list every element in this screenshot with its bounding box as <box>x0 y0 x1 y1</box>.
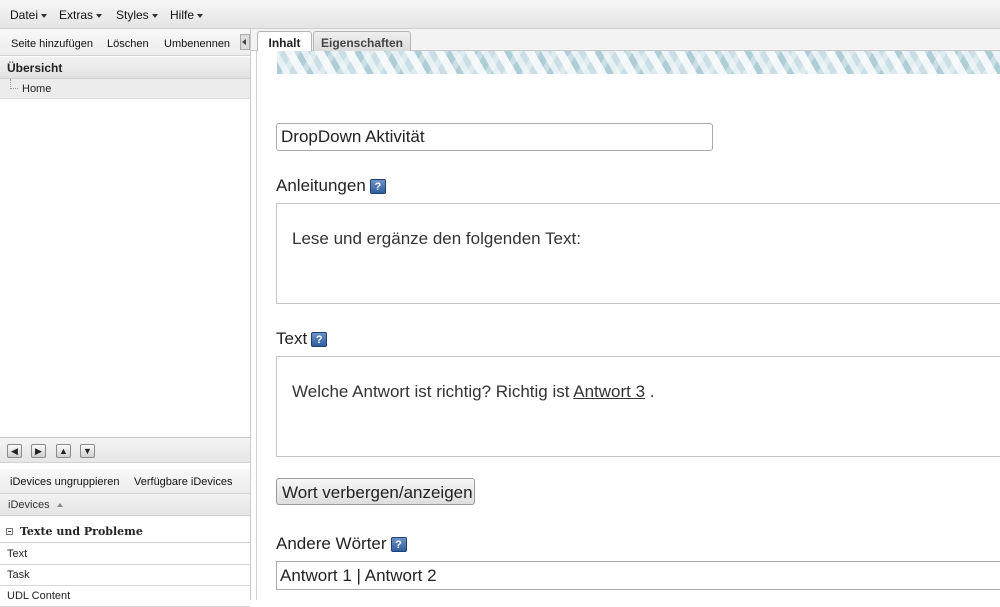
left-panel: Seite hinzufügen Löschen Umbenennen Über… <box>0 29 251 607</box>
available-idevices-button[interactable]: Verfügbare iDevices <box>134 476 232 488</box>
ungroup-idevices-button[interactable]: iDevices ungruppieren <box>10 476 119 488</box>
toggle-word-button[interactable]: Wort verbergen/anzeigen <box>276 478 475 505</box>
sort-up-icon <box>56 503 63 508</box>
tree-node-home[interactable]: Home <box>0 79 250 99</box>
text-label: Text? <box>276 329 328 349</box>
tab-eigenschaften[interactable]: Eigenschaften <box>313 31 411 51</box>
move-left-button[interactable]: ◀ <box>7 444 22 458</box>
menu-label: Hilfe <box>170 8 195 22</box>
move-up-button[interactable]: ▲ <box>56 444 71 458</box>
move-right-button[interactable]: ▶ <box>31 444 46 458</box>
idevices-heading[interactable]: iDevices <box>0 494 250 516</box>
arrow-left-icon: ◀ <box>11 446 18 456</box>
rename-page-button[interactable]: Umbenennen <box>164 38 230 50</box>
caret-down-icon <box>151 13 158 18</box>
tree-connector-icon <box>10 79 18 89</box>
instructions-label-text: Anleitungen <box>276 176 366 195</box>
text-content-after: . <box>645 382 655 401</box>
menu-hilfe[interactable]: Hilfe <box>170 8 204 22</box>
help-icon[interactable]: ? <box>311 332 328 348</box>
help-icon[interactable]: ? <box>369 179 386 195</box>
main-content: Anleitungen? Lese und ergänze den folgen… <box>256 51 1000 600</box>
hidden-word[interactable]: Antwort 3 <box>573 382 645 401</box>
other-words-label: Andere Wörter? <box>276 534 407 554</box>
delete-page-button[interactable]: Löschen <box>107 38 149 50</box>
caret-down-icon <box>96 13 103 18</box>
menu-label: Styles <box>116 8 149 22</box>
outline-toolbar: Seite hinzufügen Löschen Umbenennen <box>0 29 250 56</box>
tab-inhalt[interactable]: Inhalt <box>257 31 312 51</box>
arrow-right-icon: ▶ <box>35 446 42 456</box>
collapse-group-icon[interactable] <box>6 528 13 535</box>
outline-heading: Übersicht <box>0 57 250 79</box>
caret-down-icon <box>197 13 204 18</box>
collapse-panel-icon[interactable] <box>240 34 250 50</box>
activity-title-input[interactable] <box>276 123 713 151</box>
text-editor[interactable]: Welche Antwort ist richtig? Richtig ist … <box>276 356 1000 457</box>
menu-label: Datei <box>10 8 39 22</box>
menu-styles[interactable]: Styles <box>116 8 158 22</box>
idevices-toolbar: iDevices ungruppieren Verfügbare iDevice… <box>0 469 250 494</box>
instructions-editor[interactable]: Lese und ergänze den folgenden Text: <box>276 203 1000 304</box>
arrow-down-icon: ▼ <box>83 446 92 456</box>
idevice-item-task[interactable]: Task <box>0 565 250 586</box>
idevice-item-text[interactable]: Text <box>0 544 250 565</box>
outline-nav-bar: ◀ ▶ ▲ ▼ <box>0 437 250 463</box>
style-banner <box>277 51 1000 74</box>
menu-extras[interactable]: Extras <box>59 8 103 22</box>
text-content-before: Welche Antwort ist richtig? Richtig ist <box>292 382 574 401</box>
help-icon[interactable]: ? <box>390 537 407 553</box>
menu-label: Extras <box>59 8 94 22</box>
menubar: Datei Extras Styles Hilfe <box>0 0 1000 29</box>
arrow-up-icon: ▲ <box>59 446 68 456</box>
move-down-button[interactable]: ▼ <box>80 444 95 458</box>
other-words-label-text: Andere Wörter <box>276 534 387 553</box>
instructions-label: Anleitungen? <box>276 176 386 196</box>
caret-down-icon <box>41 13 48 18</box>
other-words-input[interactable] <box>276 561 1000 590</box>
idevice-group-texte[interactable]: Texte und Probleme <box>0 523 250 543</box>
main-tabs: Inhalt Eigenschaften <box>251 29 1000 51</box>
idevice-item-udl-content[interactable]: UDL Content <box>0 586 250 607</box>
idevice-group-label: Texte und Probleme <box>20 525 143 538</box>
text-label-text: Text <box>276 329 308 348</box>
instructions-text: Lese und ergänze den folgenden Text: <box>292 229 581 248</box>
idevices-heading-label: iDevices <box>8 499 50 511</box>
menu-datei[interactable]: Datei <box>10 8 48 22</box>
add-page-button[interactable]: Seite hinzufügen <box>11 38 93 50</box>
tree-node-label: Home <box>22 83 52 95</box>
